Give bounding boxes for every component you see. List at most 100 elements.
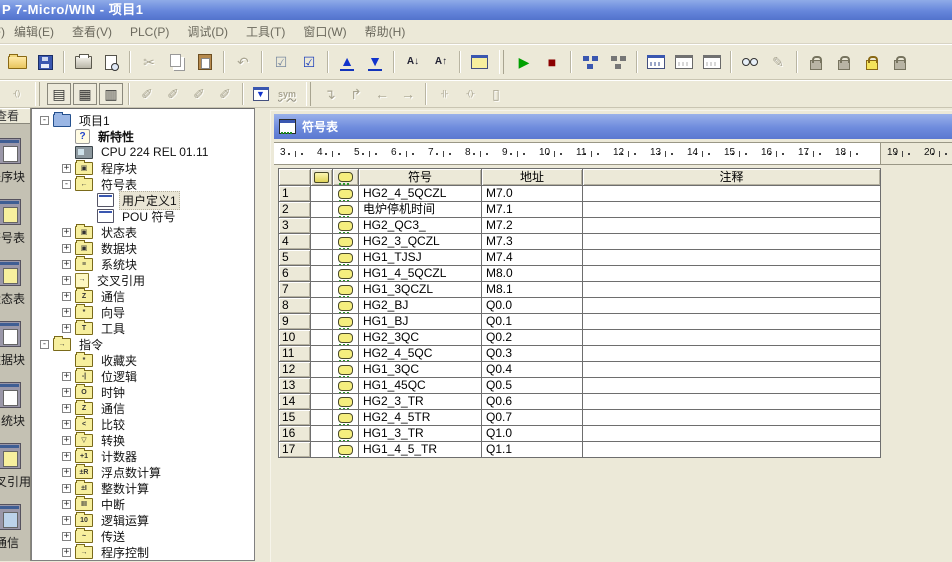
collapse-icon[interactable]: - bbox=[40, 116, 49, 125]
address-cell[interactable]: M7.3 bbox=[482, 234, 583, 250]
expand-icon[interactable]: + bbox=[62, 484, 71, 493]
expand-icon[interactable]: + bbox=[62, 548, 71, 557]
tree-item-program-block[interactable]: +▣程序块 bbox=[32, 160, 254, 176]
address-cell[interactable]: Q0.3 bbox=[482, 346, 583, 362]
stop-button[interactable]: ■ bbox=[539, 49, 565, 75]
overwrite-cell[interactable] bbox=[311, 282, 333, 298]
address-cell[interactable]: M8.1 bbox=[482, 282, 583, 298]
symbol-flag-cell[interactable] bbox=[333, 346, 359, 362]
comment-cell[interactable] bbox=[583, 426, 881, 442]
comment-cell[interactable] bbox=[583, 410, 881, 426]
nav-item-program-block[interactable]: 程序块 bbox=[0, 138, 31, 185]
nav-item-status-chart[interactable]: 状态表 bbox=[0, 260, 31, 307]
address-cell[interactable]: M7.1 bbox=[482, 202, 583, 218]
nav-item-system-block[interactable]: 系统块 bbox=[0, 382, 31, 429]
expand-icon[interactable]: + bbox=[62, 436, 71, 445]
overwrite-cell[interactable] bbox=[311, 330, 333, 346]
nav-item-data-block[interactable]: 数据块 bbox=[0, 321, 31, 368]
tree-item-favorites[interactable]: *收藏夹 bbox=[32, 352, 254, 368]
row-number-cell[interactable]: 14 bbox=[278, 394, 311, 410]
download-button[interactable]: ▼ bbox=[362, 49, 388, 75]
overwrite-cell[interactable] bbox=[311, 298, 333, 314]
symbol-cell[interactable]: HG2_QC3_ bbox=[359, 218, 482, 234]
run-button[interactable]: ▶ bbox=[511, 49, 537, 75]
symbol-flag-cell[interactable] bbox=[333, 362, 359, 378]
tree-item-bit-logic[interactable]: +-|位逻辑 bbox=[32, 368, 254, 384]
nav-item-communications[interactable]: 通信 bbox=[0, 504, 31, 551]
overwrite-cell[interactable] bbox=[311, 410, 333, 426]
overwrite-cell[interactable] bbox=[311, 186, 333, 202]
row-number-cell[interactable]: 6 bbox=[278, 266, 311, 282]
comment-cell[interactable] bbox=[583, 362, 881, 378]
menu-view[interactable]: 查看(V) bbox=[63, 21, 121, 42]
row-number-cell[interactable]: 5 bbox=[278, 250, 311, 266]
overwrite-cell[interactable] bbox=[311, 426, 333, 442]
menu-edit[interactable]: 编辑(E) bbox=[5, 21, 63, 42]
expand-icon[interactable]: + bbox=[62, 164, 71, 173]
symbol-cell[interactable]: HG1_3_TR bbox=[359, 426, 482, 442]
comment-cell[interactable] bbox=[583, 250, 881, 266]
symbol-flag-cell[interactable] bbox=[333, 314, 359, 330]
symbol-cell[interactable]: HG1_45QC bbox=[359, 378, 482, 394]
symbol-flag-cell[interactable] bbox=[333, 442, 359, 458]
expand-icon[interactable]: + bbox=[62, 420, 71, 429]
comment-cell[interactable] bbox=[583, 186, 881, 202]
sort-descending-button[interactable]: A↑ bbox=[428, 49, 454, 75]
row-number-cell[interactable]: 7 bbox=[278, 282, 311, 298]
tree-item-compare[interactable]: +<比较 bbox=[32, 416, 254, 432]
comment-cell[interactable] bbox=[583, 378, 881, 394]
options-button[interactable] bbox=[466, 49, 492, 75]
expand-icon[interactable]: + bbox=[62, 324, 71, 333]
tree-item-communications[interactable]: +Z通信 bbox=[32, 288, 254, 304]
row-number-cell[interactable]: 12 bbox=[278, 362, 311, 378]
nav-view-header[interactable]: 查看 bbox=[0, 108, 31, 124]
symbol-cell[interactable]: HG2_3_TR bbox=[359, 394, 482, 410]
unforce-all-button[interactable] bbox=[859, 49, 885, 75]
open-button[interactable] bbox=[4, 49, 30, 75]
address-cell[interactable]: Q0.2 bbox=[482, 330, 583, 346]
tree-item-clock[interactable]: +O时钟 bbox=[32, 384, 254, 400]
menu-tools[interactable]: 工具(T) bbox=[237, 21, 294, 42]
row-number-cell[interactable]: 8 bbox=[278, 298, 311, 314]
comment-cell[interactable] bbox=[583, 266, 881, 282]
address-cell[interactable]: M7.4 bbox=[482, 250, 583, 266]
address-cell[interactable]: Q0.1 bbox=[482, 314, 583, 330]
overwrite-cell[interactable] bbox=[311, 378, 333, 394]
compile-button[interactable]: ☑ bbox=[268, 49, 294, 75]
address-cell[interactable]: Q0.5 bbox=[482, 378, 583, 394]
view-component-button[interactable]: ▤ bbox=[47, 83, 71, 105]
expand-icon[interactable]: + bbox=[62, 276, 71, 285]
expand-icon[interactable]: + bbox=[62, 292, 71, 301]
overwrite-cell[interactable] bbox=[311, 394, 333, 410]
save-all-button[interactable] bbox=[32, 49, 58, 75]
overwrite-cell[interactable] bbox=[311, 266, 333, 282]
row-number-cell[interactable]: 17 bbox=[278, 442, 311, 458]
menu-plc[interactable]: PLC(P) bbox=[121, 23, 178, 41]
expand-icon[interactable]: + bbox=[62, 532, 71, 541]
row-number-cell[interactable]: 1 bbox=[278, 186, 311, 202]
tree-item-wizards[interactable]: +*向导 bbox=[32, 304, 254, 320]
address-cell[interactable]: M8.0 bbox=[482, 266, 583, 282]
address-cell[interactable]: Q0.0 bbox=[482, 298, 583, 314]
symbol-cell[interactable]: HG2_4_5TR bbox=[359, 410, 482, 426]
symbol-flag-cell[interactable] bbox=[333, 202, 359, 218]
comment-cell[interactable] bbox=[583, 234, 881, 250]
expand-icon[interactable]: + bbox=[62, 372, 71, 381]
overwrite-cell[interactable] bbox=[311, 314, 333, 330]
symbol-flag-cell[interactable] bbox=[333, 186, 359, 202]
comment-cell[interactable] bbox=[583, 442, 881, 458]
view-table-button[interactable]: ▥ bbox=[99, 83, 123, 105]
panel-splitter[interactable] bbox=[255, 108, 270, 561]
symbol-cell[interactable]: HG1_3QCZL bbox=[359, 282, 482, 298]
collapse-icon[interactable]: - bbox=[40, 340, 49, 349]
expand-icon[interactable]: + bbox=[62, 228, 71, 237]
tree-item-integer-math[interactable]: +±I整数计算 bbox=[32, 480, 254, 496]
symbol-cell[interactable]: HG1_3QC bbox=[359, 362, 482, 378]
address-cell[interactable]: Q0.7 bbox=[482, 410, 583, 426]
symbol-table-title-bar[interactable]: 符号表 bbox=[274, 114, 952, 139]
overwrite-cell[interactable] bbox=[311, 202, 333, 218]
tree-item-communications-instr[interactable]: +Z通信 bbox=[32, 400, 254, 416]
address-cell[interactable]: Q0.4 bbox=[482, 362, 583, 378]
expand-icon[interactable]: + bbox=[62, 260, 71, 269]
menu-window[interactable]: 窗口(W) bbox=[294, 21, 355, 42]
